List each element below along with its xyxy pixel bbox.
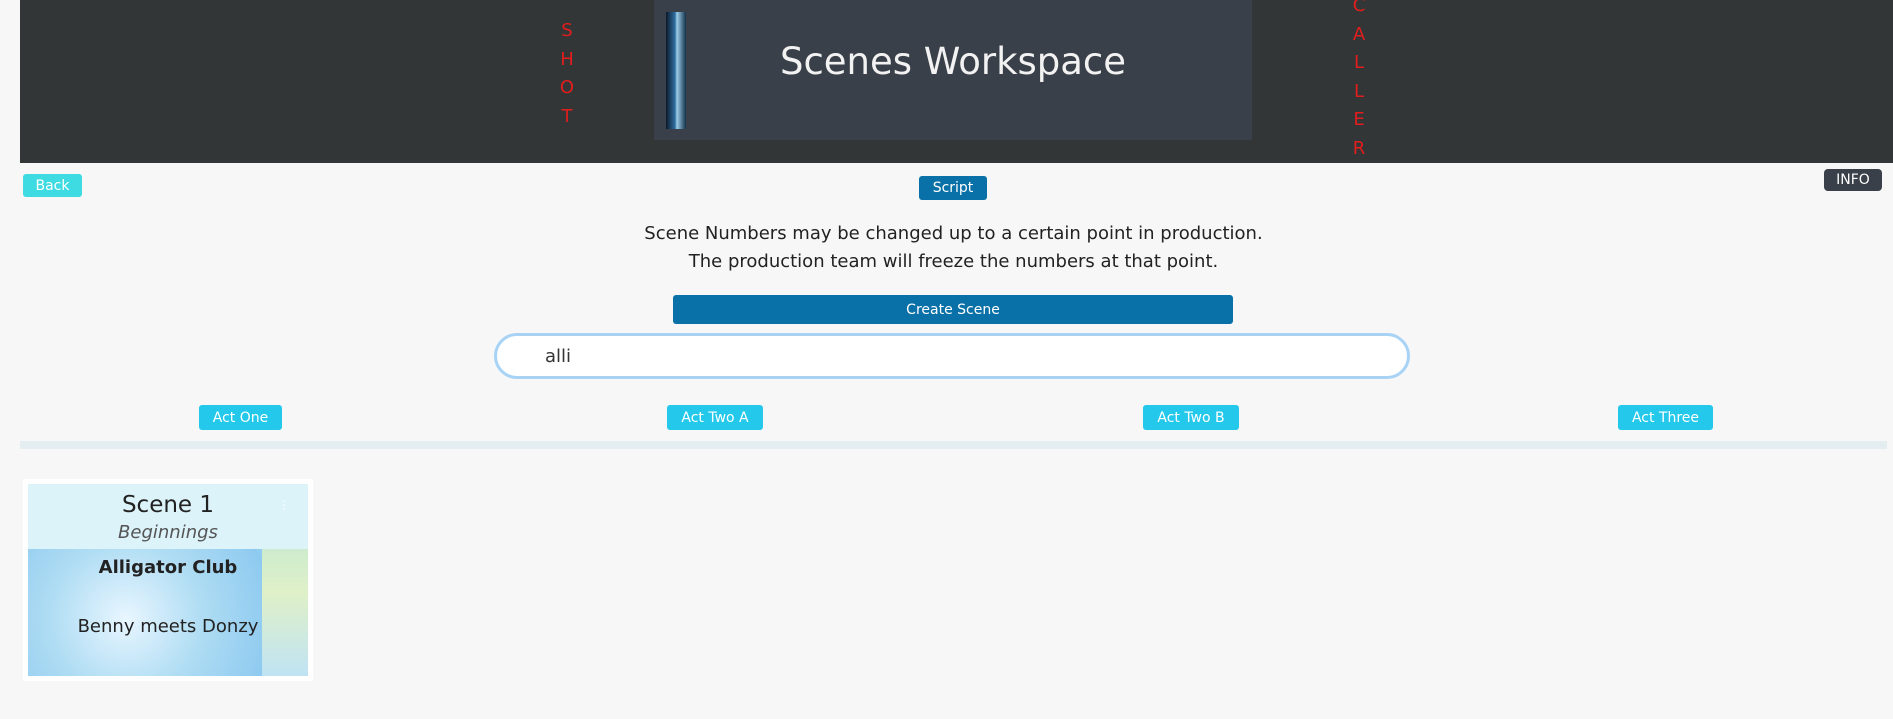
scene-card-header: Scene 1 Beginnings ⋮ (28, 484, 308, 549)
logo-letter: H (560, 48, 574, 70)
notice-line: The production team will freeze the numb… (688, 251, 1219, 272)
logo-letter: L (1353, 52, 1365, 73)
scene-subtitle: Beginnings (118, 522, 218, 543)
scene-number: Scene 1 (121, 492, 215, 518)
search-input[interactable] (494, 333, 1410, 379)
info-button[interactable]: INFO (1824, 169, 1882, 191)
logo-letter: S (561, 20, 573, 41)
notice-line: Scene Numbers may be changed up to a cer… (644, 223, 1263, 244)
title-panel: Scenes Workspace (654, 0, 1252, 140)
logo-letter: R (1352, 137, 1366, 159)
page-title: Scenes Workspace (779, 40, 1127, 83)
act-divider (20, 441, 1887, 449)
app-header: S H O T Scenes Workspace C A L L E R (20, 0, 1893, 163)
create-scene-button[interactable]: Create Scene (673, 295, 1233, 324)
script-button[interactable]: Script (919, 176, 987, 200)
logo-letter: A (1352, 23, 1366, 45)
scene-card[interactable]: Scene 1 Beginnings ⋮ Alligator Club Benn… (23, 479, 313, 681)
back-button[interactable]: Back (23, 174, 82, 197)
act-two-b-button[interactable]: Act Two B (1143, 405, 1239, 430)
scene-location: Alligator Club (98, 557, 238, 578)
logo-caller: C A L L E R (1349, 0, 1369, 163)
scene-menu-icon[interactable]: ⋮ (278, 498, 290, 512)
scene-description: Benny meets Donzy (77, 616, 259, 637)
logo-letter: L (1353, 80, 1365, 102)
logo-letter: E (1353, 109, 1365, 130)
act-one-button[interactable]: Act One (199, 405, 282, 430)
logo-shot: S H O T (557, 17, 577, 131)
scene-card-body: Alligator Club Benny meets Donzy (28, 549, 308, 676)
act-three-button[interactable]: Act Three (1618, 405, 1713, 430)
logo-letter: C (1352, 0, 1366, 16)
act-two-a-button[interactable]: Act Two A (667, 405, 763, 430)
logo-letter: T (561, 105, 573, 127)
scene-number-notice: Scene Numbers may be changed up to a cer… (500, 220, 1407, 276)
logo-letter: O (559, 77, 575, 98)
